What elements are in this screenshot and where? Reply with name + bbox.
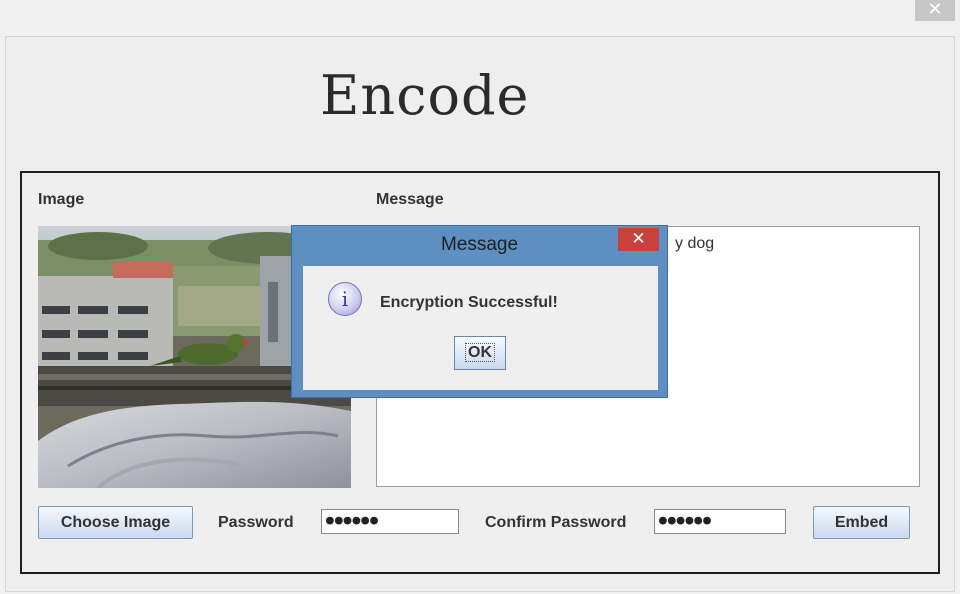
confirm-password-label: Confirm Password (485, 514, 627, 531)
ok-button[interactable]: OK (454, 336, 506, 370)
choose-image-button[interactable]: Choose Image (38, 506, 193, 539)
window-close-button[interactable]: ✕ (915, 0, 955, 21)
encode-window: ✕ Encode Image Message y dog Choose Imag… (0, 0, 960, 594)
embed-button[interactable]: Embed (813, 506, 910, 539)
dialog-message: Encryption Successful! (380, 294, 558, 311)
image-label: Image (38, 191, 85, 208)
page-title: Encode (320, 64, 530, 127)
password-label: Password (218, 514, 294, 531)
ok-label: OK (465, 343, 495, 362)
message-dialog: Message ✕ i Encryption Successful! OK (291, 225, 668, 398)
message-text: y dog (675, 235, 715, 252)
message-label: Message (376, 191, 444, 208)
password-field[interactable]: ●●●●●● (321, 509, 459, 534)
info-icon: i (328, 282, 362, 316)
dialog-body: i Encryption Successful! OK (303, 266, 658, 390)
confirm-password-field[interactable]: ●●●●●● (654, 509, 786, 534)
dialog-close-button[interactable]: ✕ (618, 228, 659, 251)
dialog-title: Message (440, 234, 519, 255)
